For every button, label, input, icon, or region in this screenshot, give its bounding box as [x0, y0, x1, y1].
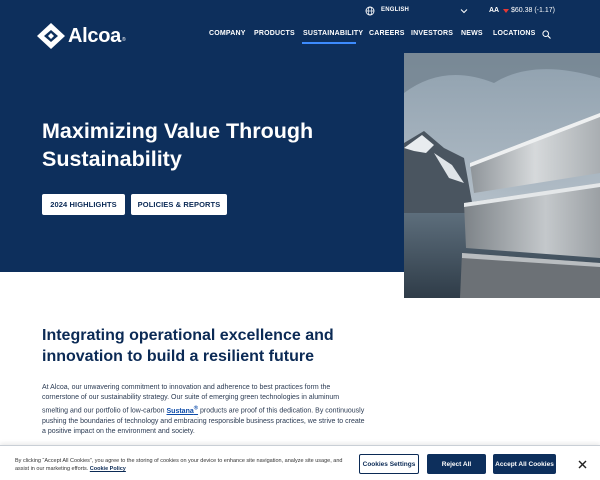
utility-bar: ENGLISH AA $60.38 (-1.17) — [0, 6, 600, 18]
nav-item-company[interactable]: COMPANY — [209, 30, 246, 37]
section-heading: Integrating operational excellence and i… — [42, 327, 334, 365]
cookie-banner: By clicking “Accept All Cookies”, you ag… — [0, 445, 600, 480]
arrow-down-icon — [503, 9, 509, 13]
stock-price: $60.38 (-1.17) — [511, 7, 555, 14]
language-selector[interactable]: ENGLISH — [381, 7, 409, 13]
intro-paragraph: At Alcoa, our unwavering commitment to i… — [42, 383, 367, 437]
policies-reports-button[interactable]: POLICIES & REPORTS — [131, 194, 227, 215]
nav-item-products[interactable]: PRODUCTS — [254, 30, 295, 37]
nav-item-sustainability[interactable]: SUSTAINABILITY — [303, 30, 363, 37]
hero-title: Maximizing Value Through Sustainability — [42, 119, 314, 171]
globe-icon[interactable] — [365, 6, 375, 16]
cookies-settings-button[interactable]: Cookies Settings — [359, 454, 419, 474]
nav-item-locations[interactable]: LOCATIONS — [493, 30, 536, 37]
close-icon[interactable] — [578, 460, 587, 469]
active-nav-indicator — [302, 42, 356, 44]
nav-item-careers[interactable]: CAREERS — [369, 30, 405, 37]
cookie-message-text: By clicking “Accept All Cookies”, you ag… — [15, 458, 343, 472]
stock-ticker[interactable]: AA — [489, 7, 499, 14]
search-icon[interactable] — [542, 30, 551, 39]
sustana-link[interactable]: Sustana® — [166, 405, 199, 415]
chevron-down-icon[interactable] — [460, 7, 468, 15]
cookie-policy-link[interactable]: Cookie Policy — [90, 466, 126, 472]
hero-image — [404, 53, 600, 298]
nav-item-news[interactable]: NEWS — [461, 30, 483, 37]
highlights-button[interactable]: 2024 HIGHLIGHTS — [42, 194, 125, 215]
nav-item-investors[interactable]: INVESTORS — [411, 30, 453, 37]
sustana-link-text: Sustana — [166, 407, 194, 415]
accept-all-cookies-button[interactable]: Accept All Cookies — [493, 454, 556, 474]
reject-all-button[interactable]: Reject All — [427, 454, 486, 474]
cookie-message: By clicking “Accept All Cookies”, you ag… — [15, 457, 345, 473]
main-nav: COMPANY PRODUCTS SUSTAINABILITY CAREERS … — [0, 30, 600, 44]
